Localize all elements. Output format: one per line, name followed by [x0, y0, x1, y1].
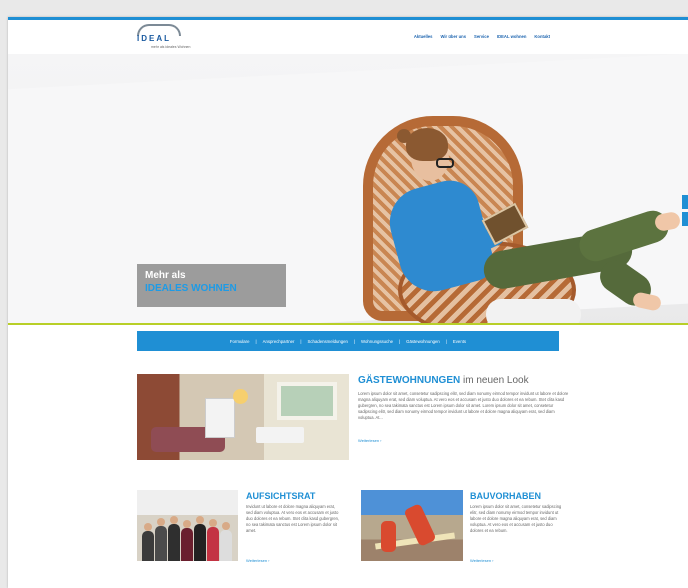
- person: [207, 519, 219, 561]
- guest-apartment-image[interactable]: [137, 374, 349, 460]
- window: [277, 382, 337, 420]
- top-accent-line: [8, 17, 688, 20]
- main-navigation: Aktuelles Wir über uns Service IDEAL woh…: [414, 34, 550, 39]
- webpage: IDEAL mehr als ideales Wohnen Aktuelles …: [8, 17, 688, 588]
- article-1-body: Lorem ipsum dolor sit amet, consetetur s…: [358, 391, 569, 420]
- hero-section: Mehr als IDEALES WOHNEN: [8, 54, 688, 323]
- person-face: [209, 519, 217, 527]
- subnav-divider: |: [398, 338, 401, 344]
- logo-text: IDEAL: [137, 34, 171, 43]
- person-face: [170, 516, 178, 524]
- person-face: [144, 523, 152, 531]
- hair: [406, 128, 448, 161]
- subnav-schadensmeldungen[interactable]: Schadensmeldungen: [308, 339, 348, 344]
- nav-item-ideal-wohnen[interactable]: IDEAL wohnen: [497, 34, 526, 39]
- nav-item-wir-ueber-uns[interactable]: Wir über uns: [440, 34, 466, 39]
- hero-caption: Mehr als IDEALES WOHNEN: [137, 264, 286, 307]
- foot-down: [631, 291, 663, 312]
- worker: [381, 521, 396, 552]
- supervisory-board-image[interactable]: [137, 490, 238, 561]
- side-tabs: [682, 195, 688, 226]
- subnav-divider: |: [255, 338, 257, 344]
- chair-cushion: [486, 299, 581, 323]
- person-face: [157, 518, 165, 526]
- side-tab-2[interactable]: [682, 212, 688, 226]
- subnav-events[interactable]: Events: [453, 339, 466, 344]
- table: [256, 427, 304, 443]
- nav-item-aktuelles[interactable]: Aktuelles: [414, 34, 433, 39]
- person: [155, 518, 167, 561]
- construction-image[interactable]: [361, 490, 463, 561]
- green-divider: [8, 323, 688, 325]
- article-3-title[interactable]: BAUVORHABEN: [470, 491, 541, 501]
- subnav-wohnungssuche[interactable]: Wohnungssuche: [361, 339, 393, 344]
- nav-item-kontakt[interactable]: Kontakt: [534, 34, 550, 39]
- hero-photo: [348, 96, 682, 323]
- article-1-title[interactable]: GÄSTEWOHNUNGEN im neuen Look: [358, 375, 529, 386]
- article-2-title[interactable]: AUFSICHTSRAT: [246, 491, 315, 501]
- person: [181, 520, 193, 561]
- subnav-gaestewohnungen[interactable]: Gästewohnungen: [406, 339, 440, 344]
- glasses-icon: [436, 158, 454, 168]
- article-2-readmore-link[interactable]: Weiterlesen ›: [246, 558, 270, 563]
- article-1-readmore-link[interactable]: Weiterlesen ›: [358, 438, 382, 443]
- article-3-readmore-link[interactable]: Weiterlesen ›: [470, 558, 494, 563]
- hero-caption-line1: Mehr als: [145, 270, 186, 281]
- article-2-body: Invidunt ut labore et dolore magna aliqu…: [246, 504, 340, 533]
- logo-tagline: mehr als ideales Wohnen: [151, 45, 191, 49]
- person-face: [196, 516, 204, 524]
- subnav-divider: |: [445, 338, 447, 344]
- subnav-formulare[interactable]: Formulare: [230, 339, 250, 344]
- hero-caption-line2: IDEALES WOHNEN: [145, 283, 237, 294]
- side-tab-1[interactable]: [682, 195, 688, 209]
- article-3-body: Lorem ipsum dolor sit amet, consetetur s…: [470, 504, 562, 533]
- person: [220, 522, 232, 561]
- subnav-divider: |: [300, 338, 302, 344]
- quick-links-bar: Formulare | Ansprechpartner | Schadensmeld…: [137, 331, 559, 351]
- person: [142, 523, 154, 561]
- subnav-divider: |: [353, 338, 356, 344]
- shelf: [205, 398, 235, 438]
- person: [194, 516, 206, 561]
- person: [168, 516, 180, 561]
- person-face: [183, 520, 191, 528]
- nav-item-service[interactable]: Service: [474, 34, 489, 39]
- ideal-logo[interactable]: IDEAL mehr als ideales Wohnen: [137, 24, 193, 52]
- person-face: [222, 522, 230, 530]
- lamp: [233, 389, 248, 404]
- subnav-ansprechpartner[interactable]: Ansprechpartner: [263, 339, 295, 344]
